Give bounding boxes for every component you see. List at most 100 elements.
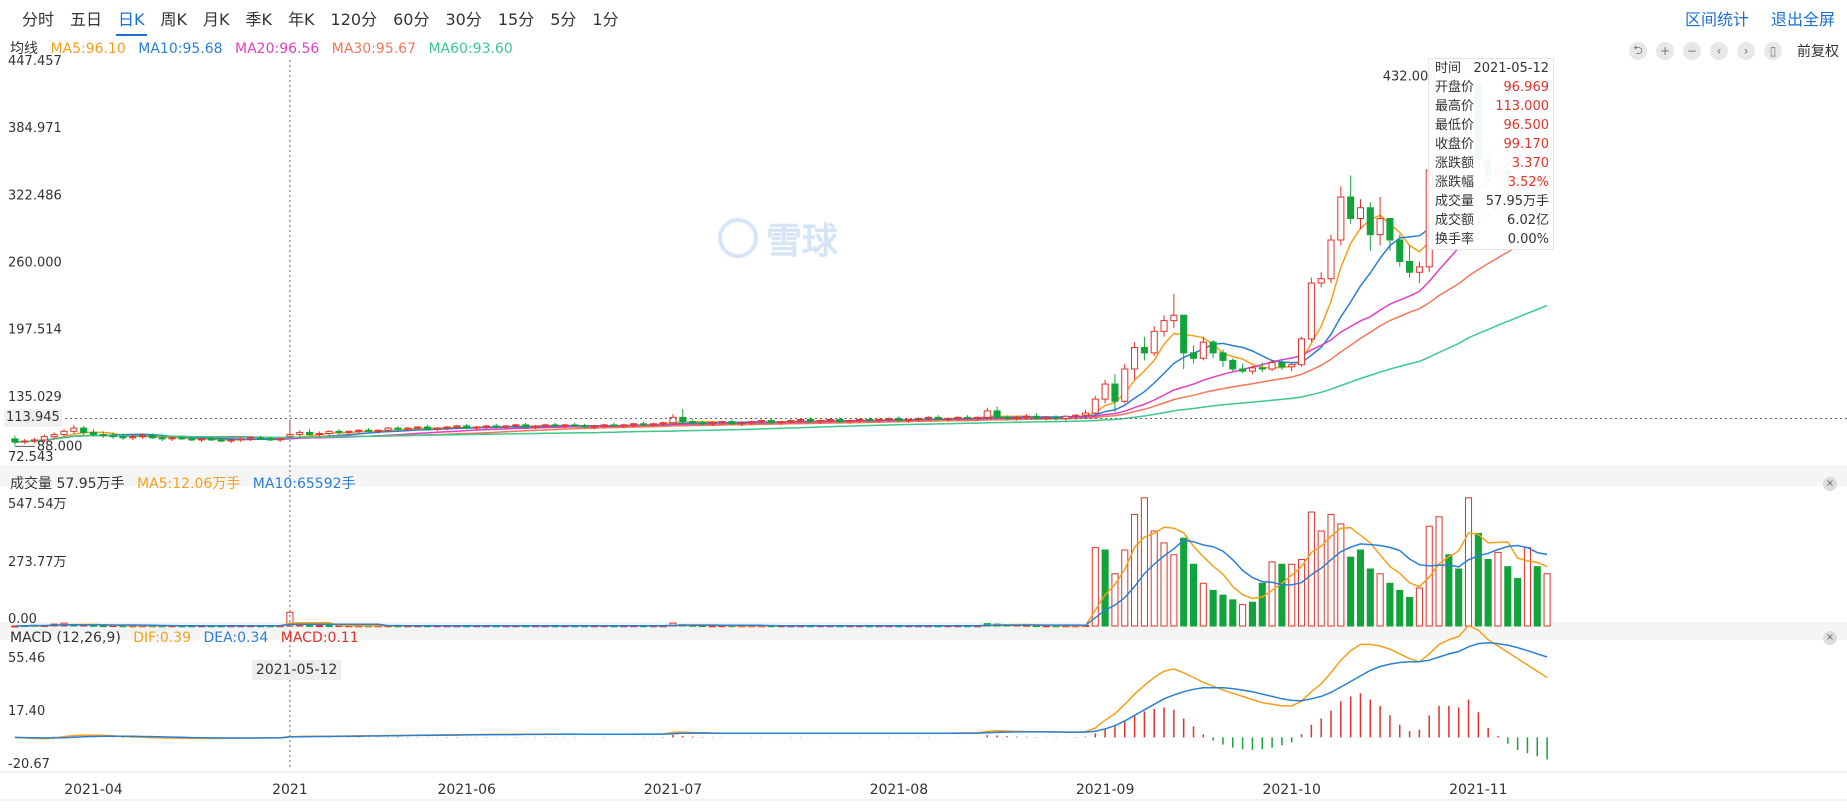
volume-bar (1199, 582, 1207, 627)
volume-bar (1514, 578, 1522, 627)
candle (1376, 197, 1384, 246)
candle (1356, 199, 1365, 230)
tooltip-key: 最高价 (1435, 99, 1475, 114)
candle (247, 436, 255, 442)
candle (551, 422, 559, 428)
candle-body (197, 438, 206, 441)
tooltip-row-low: 最低价 96.500 (1429, 116, 1553, 135)
crosshair-price-tag: 113.945 (4, 409, 62, 428)
price-tick-label: 384.971 (8, 121, 62, 136)
macd-pane-close-icon[interactable]: × (1823, 631, 1837, 645)
volume-tick-label: 547.54万 (8, 497, 67, 512)
volume-bar (1494, 551, 1502, 627)
volume-bar (1131, 513, 1139, 627)
candle-body (423, 426, 431, 430)
candle-body (875, 419, 883, 422)
tooltip-row-volume: 成交量 57.95万手 (1429, 192, 1553, 211)
candle-body (394, 427, 402, 430)
candle (423, 424, 431, 431)
candle-body (276, 438, 284, 441)
candle-body (1415, 266, 1423, 273)
volume-ma10-value: MA10:65592手 (252, 476, 356, 492)
volume-bar (325, 625, 333, 628)
x-axis-label: 2021-11 (1449, 782, 1508, 798)
candle-body (826, 419, 834, 422)
tooltip-key: 换手率 (1435, 232, 1475, 247)
tooltip-row-turnover: 换手率 0.00% (1429, 230, 1553, 249)
volume-bar (1307, 511, 1315, 627)
candle-body (1189, 352, 1198, 359)
candle-body (846, 420, 854, 423)
candle (1121, 363, 1129, 404)
candle-body (639, 423, 648, 426)
candle-body (345, 430, 353, 433)
candle-body (561, 424, 569, 427)
candle (1229, 358, 1237, 372)
volume-bar (1533, 566, 1541, 627)
ma5-line (14, 134, 1548, 443)
candle (728, 419, 736, 425)
volume-pane-close-icon[interactable]: × (1823, 477, 1837, 491)
candle (11, 435, 19, 446)
candle (1406, 245, 1414, 278)
candle (355, 429, 363, 434)
x-axis-label: 2021-07 (644, 782, 703, 798)
volume-tick-label: 0.00 (8, 612, 37, 627)
candle-body (698, 422, 706, 425)
candle (1317, 272, 1325, 288)
tooltip-key: 涨跌幅 (1435, 175, 1475, 190)
candle-body (738, 422, 746, 425)
volume-bar (1435, 516, 1443, 627)
candle-body (50, 434, 58, 438)
chart-canvas[interactable]: 447.457 384.971 322.486 260.000 197.514 135.0… (0, 0, 1847, 812)
candle-body (21, 440, 29, 443)
tooltip-row-time: 时间 2021-05-12 (1429, 59, 1553, 78)
low-price-label: 88.000 (37, 439, 83, 454)
x-axis-label: 2021 (272, 782, 308, 798)
candle (1209, 339, 1217, 359)
candle (335, 429, 343, 435)
candle-body (531, 425, 540, 428)
volume-bar (1209, 589, 1217, 627)
candle-body (315, 432, 323, 436)
tooltip-value: 6.02亿 (1507, 213, 1549, 228)
tooltip-row-amount: 成交额 6.02亿 (1429, 211, 1553, 230)
candle-body (266, 438, 274, 441)
candle-body (1101, 383, 1109, 400)
candle-body (472, 426, 481, 429)
candle-body (816, 420, 824, 423)
candle-body (689, 421, 697, 424)
volume-bar (1121, 549, 1129, 627)
volume-ma5-value: MA5:12.06万手 (136, 476, 241, 492)
candle-body (80, 427, 88, 433)
macd-dea-value: DEA:0.34 (203, 630, 269, 646)
tooltip-value: 57.95万手 (1485, 194, 1549, 209)
candle-body (237, 438, 245, 441)
candle (639, 421, 648, 426)
candle (934, 415, 942, 421)
candle-body (522, 424, 530, 428)
candle (256, 435, 264, 440)
candle (1170, 293, 1178, 329)
volume-bar (1386, 582, 1394, 627)
candle-body (148, 435, 156, 439)
candle-body (1239, 368, 1247, 372)
candle (1337, 186, 1345, 246)
candle (836, 417, 844, 423)
volume-bar (1101, 549, 1109, 627)
candle (286, 419, 294, 438)
price-tick-label: 197.514 (8, 323, 62, 338)
price-tick-label: 135.029 (8, 390, 62, 405)
candle-body (1386, 218, 1394, 241)
candle-body (610, 424, 618, 427)
candle (522, 422, 530, 429)
xueqiu-watermark: 雪球 (718, 212, 838, 264)
candle (1327, 234, 1335, 283)
tooltip-value: 96.969 (1503, 80, 1550, 95)
volume-ma10-line (14, 539, 1548, 627)
candle-body (335, 430, 343, 433)
candle (1199, 336, 1207, 361)
candle (1111, 374, 1119, 412)
candle-body (571, 424, 579, 427)
candle-body (178, 437, 186, 440)
